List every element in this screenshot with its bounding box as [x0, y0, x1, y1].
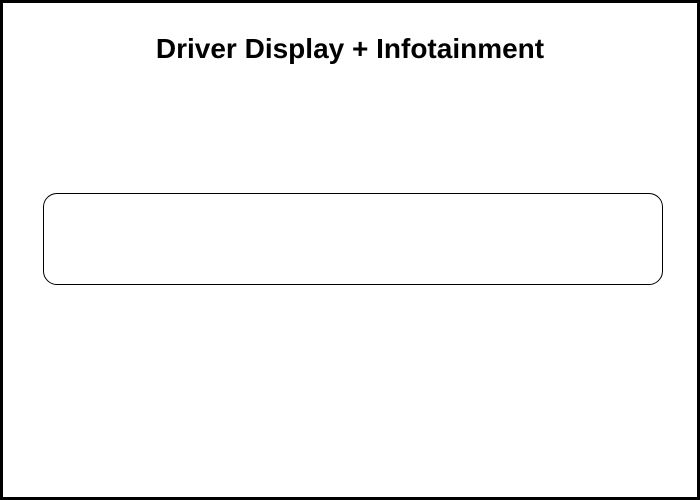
- diagram-title: Driver Display + Infotainment: [3, 33, 697, 65]
- display-panel: [43, 193, 663, 285]
- diagram-frame: Driver Display + Infotainment: [0, 0, 700, 500]
